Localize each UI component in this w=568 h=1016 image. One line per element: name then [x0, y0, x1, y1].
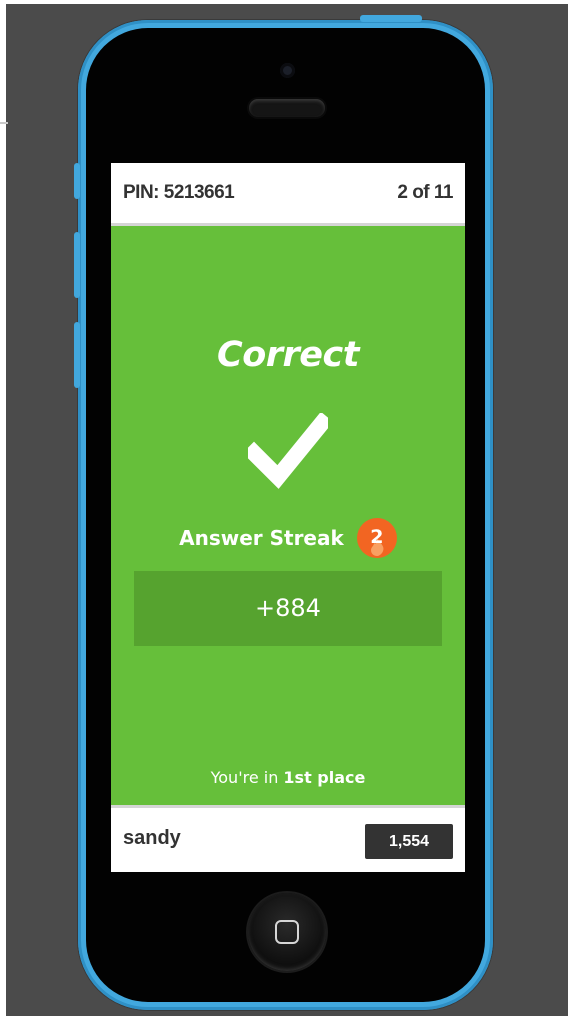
phone-side-button	[74, 163, 80, 199]
rank-message: You're in 1st place	[111, 768, 465, 787]
rank-prefix: You're in	[210, 768, 279, 787]
speaker-grille	[249, 99, 325, 117]
streak-label: Answer Streak	[179, 526, 344, 550]
phone-volume-down-button	[74, 322, 80, 388]
game-pin: PIN: 5213661	[123, 182, 235, 203]
rank-place: 1st place	[283, 768, 366, 787]
streak-count: 2	[370, 526, 384, 548]
answer-streak: Answer Streak 2	[111, 518, 465, 562]
left-margin	[0, 4, 6, 1016]
phone-power-button	[360, 15, 422, 22]
player-name: sandy	[123, 827, 181, 849]
question-progress: 2 of 11	[397, 182, 453, 203]
phone-volume-up-button	[74, 232, 80, 298]
camera-icon	[280, 63, 295, 78]
points-earned: +884	[255, 594, 321, 622]
divider	[0, 122, 8, 124]
header-bar: PIN: 5213661 2 of 11	[111, 163, 465, 226]
game-screen: PIN: 5213661 2 of 11 Correct Answer Stre…	[111, 163, 465, 872]
result-title: Correct	[217, 335, 359, 375]
points-earned-box: +884	[134, 571, 442, 646]
streak-badge: 2	[356, 518, 397, 558]
total-score: 1,554	[365, 824, 453, 859]
home-button[interactable]	[248, 893, 326, 971]
home-square-icon	[275, 920, 299, 944]
player-bar: sandy 1,554	[111, 805, 465, 872]
checkmark-icon	[248, 413, 328, 489]
